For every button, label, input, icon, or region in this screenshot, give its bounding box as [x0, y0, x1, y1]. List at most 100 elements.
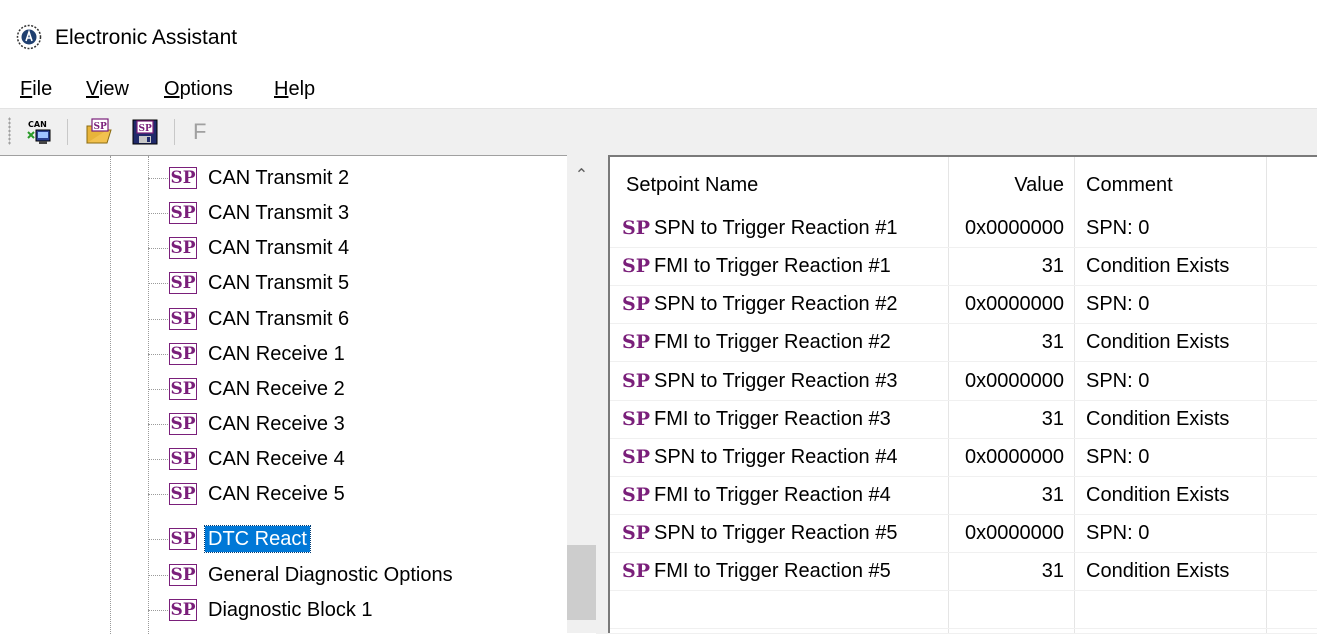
setpoint-name-cell: FMI to Trigger Reaction #4: [654, 484, 891, 506]
menu-view[interactable]: View: [86, 75, 129, 103]
save-setpoint-file-icon[interactable]: SP: [131, 118, 159, 146]
table-row[interactable]: SP FMI to Trigger Reaction #5 31 Conditi…: [610, 552, 1317, 591]
setpoint-value-cell[interactable]: 31: [950, 476, 1064, 514]
tree-connector: [148, 389, 168, 390]
setpoint-value-cell[interactable]: 0x0000000: [950, 362, 1064, 400]
setpoint-comment-cell: SPN: 0: [1086, 370, 1150, 392]
menu-options[interactable]: Options: [164, 75, 233, 103]
setpoint-name-cell: FMI to Trigger Reaction #1: [654, 255, 891, 277]
menu-view-rest: iew: [98, 78, 129, 100]
column-header-comment[interactable]: Comment: [1086, 169, 1173, 201]
setpoint-value-cell[interactable]: 0x0000000: [950, 209, 1064, 247]
setpoint-comment-cell: SPN: 0: [1086, 293, 1150, 315]
setpoint-value-cell[interactable]: 31: [950, 400, 1064, 438]
tree-item-label[interactable]: CAN Transmit 5: [205, 270, 352, 296]
setpoint-group-tree[interactable]: SP CAN Transmit 2 SP CAN Transmit 3 SP C…: [0, 155, 596, 634]
table-row[interactable]: SP SPN to Trigger Reaction #3 0x0000000 …: [610, 362, 1317, 401]
column-header-setpoint-name[interactable]: Setpoint Name: [626, 169, 758, 201]
tree-item[interactable]: SP CAN Transmit 5: [148, 266, 558, 301]
tree-item[interactable]: SP CAN Transmit 2: [148, 161, 558, 196]
setpoint-name-cell: SPN to Trigger Reaction #1: [654, 217, 898, 239]
sp-icon: SP: [169, 564, 197, 586]
menu-help[interactable]: Help: [274, 75, 315, 103]
setpoint-comment-cell: Condition Exists: [1086, 255, 1230, 277]
tree-item-label[interactable]: DTC React: [204, 525, 311, 553]
toolbar-grip[interactable]: [8, 117, 11, 145]
setpoint-name-cell: SPN to Trigger Reaction #4: [654, 446, 898, 468]
tree-connector: [148, 283, 168, 284]
table-row[interactable]: SP FMI to Trigger Reaction #1 31 Conditi…: [610, 247, 1317, 286]
tree-item-selected[interactable]: SP DTC React: [148, 522, 558, 557]
sp-icon: SP: [622, 293, 651, 315]
sp-icon: SP: [169, 237, 197, 259]
tree-item-label[interactable]: CAN Receive 4: [205, 446, 348, 472]
setpoint-value-cell[interactable]: 0x0000000: [950, 514, 1064, 552]
flash-button[interactable]: F: [193, 118, 206, 146]
setpoint-comment-cell: SPN: 0: [1086, 446, 1150, 468]
tree-item[interactable]: SP Diagnostic Block 1: [148, 593, 558, 628]
tree-item-label[interactable]: CAN Receive 2: [205, 376, 348, 402]
tree-item-label[interactable]: CAN Receive 3: [205, 411, 348, 437]
pane-splitter[interactable]: [596, 155, 608, 633]
table-row-empty: [610, 590, 1317, 629]
tree-item[interactable]: SP CAN Receive 4: [148, 442, 558, 477]
table-row[interactable]: SP FMI to Trigger Reaction #2 31 Conditi…: [610, 323, 1317, 362]
app-window: Electronic Assistant File View Options H…: [0, 0, 1317, 634]
table-row[interactable]: SP SPN to Trigger Reaction #4 0x0000000 …: [610, 438, 1317, 477]
setpoint-name-cell: SPN to Trigger Reaction #2: [654, 293, 898, 315]
tree-scroll-thumb[interactable]: [567, 545, 596, 620]
tree-item-label[interactable]: CAN Transmit 6: [205, 306, 352, 332]
setpoint-comment-cell: Condition Exists: [1086, 484, 1230, 506]
setpoint-value-cell[interactable]: 31: [950, 247, 1064, 285]
scroll-up-arrow-icon[interactable]: ⌃: [567, 163, 596, 189]
tree-connector: [148, 610, 168, 611]
table-row[interactable]: SP FMI to Trigger Reaction #4 31 Conditi…: [610, 476, 1317, 515]
tree-item-label[interactable]: CAN Transmit 3: [205, 200, 352, 226]
tree-item[interactable]: SP General Diagnostic Options: [148, 558, 558, 593]
setpoint-comment-cell: Condition Exists: [1086, 331, 1230, 353]
tree-item-label[interactable]: Diagnostic Block 1: [205, 597, 376, 623]
setpoint-value-cell[interactable]: 31: [950, 552, 1064, 590]
tree-item[interactable]: SP CAN Transmit 4: [148, 231, 558, 266]
table-row[interactable]: SP FMI to Trigger Reaction #3 31 Conditi…: [610, 400, 1317, 439]
open-setpoint-file-icon[interactable]: SP: [85, 118, 113, 146]
tree-item[interactable]: SP CAN Transmit 6: [148, 302, 558, 337]
toolbar: CAN SP SP F: [0, 108, 1317, 155]
tree-connector: [148, 319, 168, 320]
sp-icon: SP: [169, 413, 197, 435]
tree-item-label[interactable]: CAN Receive 5: [205, 481, 348, 507]
setpoint-comment-cell: SPN: 0: [1086, 217, 1150, 239]
sp-icon: SP: [169, 448, 197, 470]
window-title: Electronic Assistant: [55, 26, 238, 49]
setpoint-value-cell[interactable]: 0x0000000: [950, 285, 1064, 323]
tree-item[interactable]: SP CAN Receive 2: [148, 372, 558, 407]
table-row[interactable]: SP SPN to Trigger Reaction #1 0x0000000 …: [610, 209, 1317, 248]
tree-item-label[interactable]: CAN Receive 1: [205, 341, 348, 367]
table-row[interactable]: SP SPN to Trigger Reaction #5 0x0000000 …: [610, 514, 1317, 553]
menu-options-rest: ptions: [179, 78, 233, 100]
sp-icon: SP: [622, 217, 651, 239]
tree-item-label[interactable]: CAN Transmit 2: [205, 165, 352, 191]
tree-connector-line: [110, 156, 111, 634]
sp-icon: SP: [622, 560, 651, 582]
tree-item-label[interactable]: General Diagnostic Options: [205, 562, 456, 588]
setpoint-list-view[interactable]: Setpoint Name Value Comment SP SPN to Tr…: [608, 155, 1317, 633]
setpoint-value-cell[interactable]: 0x0000000: [950, 438, 1064, 476]
menu-bar: File View Options Help: [0, 68, 1317, 108]
tree-item[interactable]: SP CAN Receive 3: [148, 407, 558, 442]
tree-item[interactable]: SP CAN Receive 5: [148, 477, 558, 512]
setpoint-name-cell: FMI to Trigger Reaction #5: [654, 560, 891, 582]
tree-item-label[interactable]: CAN Transmit 4: [205, 235, 352, 261]
column-header-value[interactable]: Value: [958, 169, 1064, 201]
setpoint-name-cell: SPN to Trigger Reaction #5: [654, 522, 898, 544]
setpoint-value-cell[interactable]: 31: [950, 323, 1064, 361]
sp-icon: SP: [169, 343, 197, 365]
tree-item[interactable]: SP CAN Receive 1: [148, 337, 558, 372]
can-connect-icon[interactable]: CAN: [25, 118, 53, 146]
menu-file[interactable]: File: [20, 75, 52, 103]
setpoint-comment-cell: SPN: 0: [1086, 522, 1150, 544]
svg-text:SP: SP: [94, 122, 107, 132]
setpoint-name-cell: FMI to Trigger Reaction #2: [654, 331, 891, 353]
tree-item[interactable]: SP CAN Transmit 3: [148, 196, 558, 231]
table-row[interactable]: SP SPN to Trigger Reaction #2 0x0000000 …: [610, 285, 1317, 324]
